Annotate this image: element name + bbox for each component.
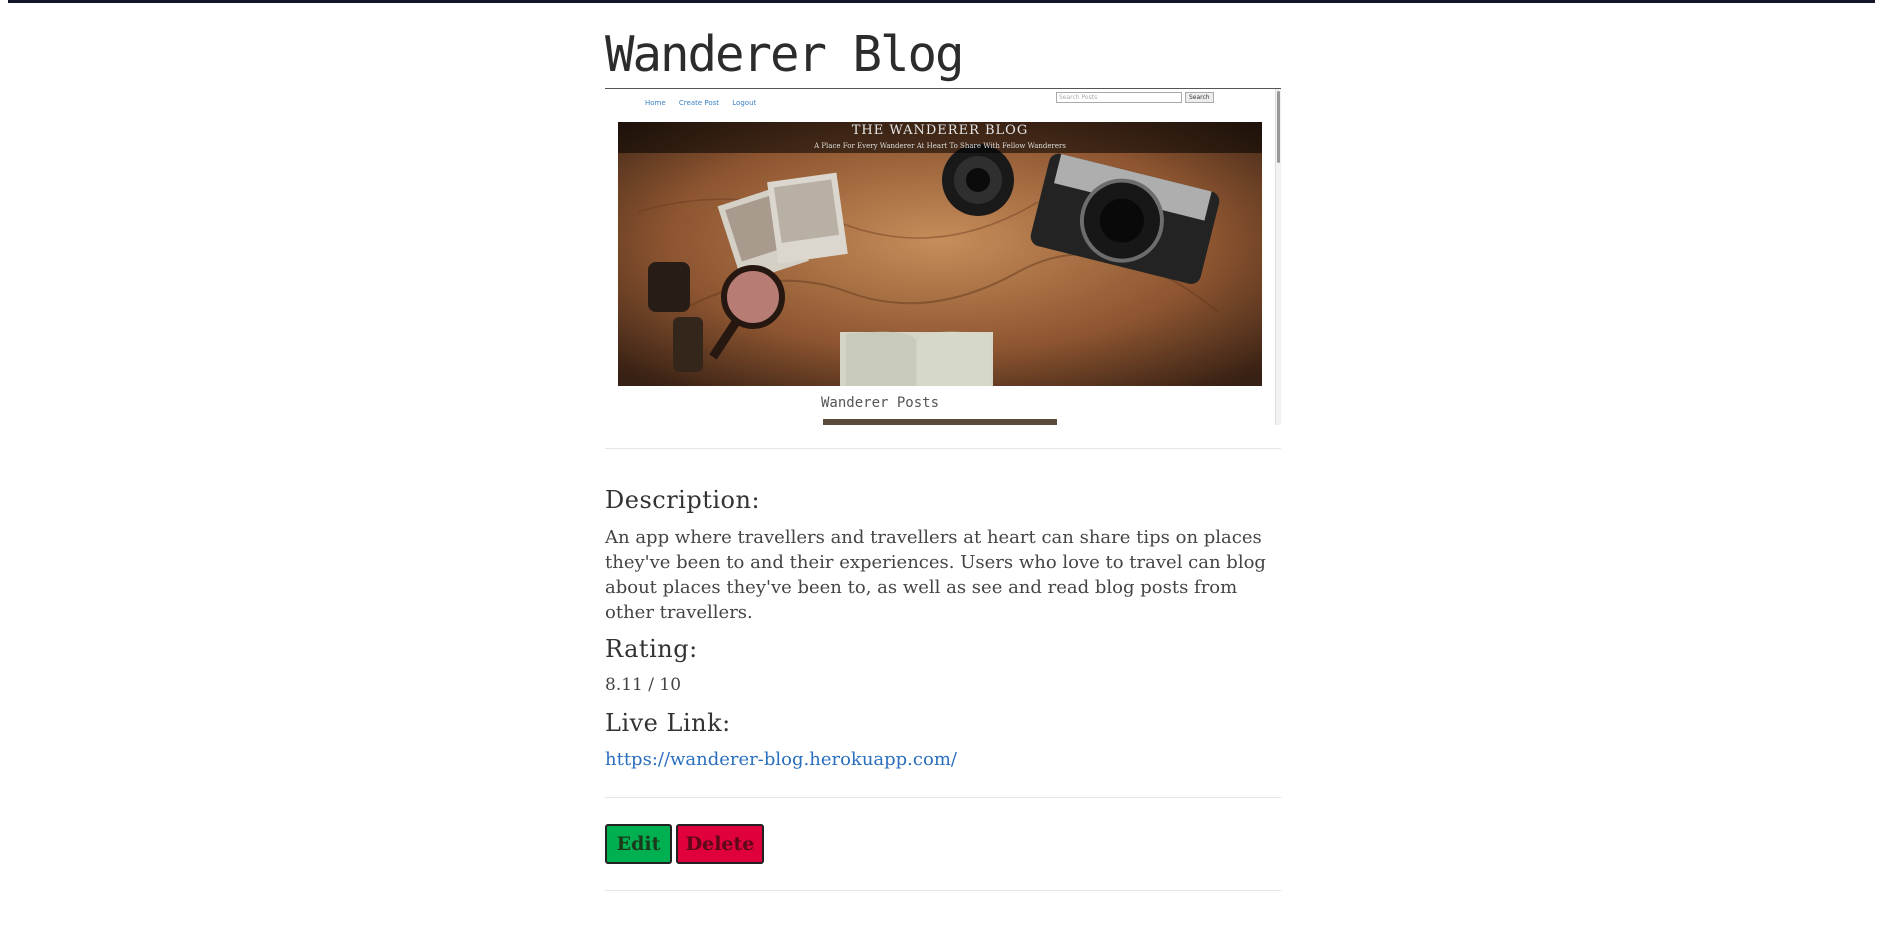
description-text: An app where travellers and travellers a… <box>605 527 1266 623</box>
divider <box>605 890 1281 891</box>
preview-hero-image: THE WANDERER BLOG A Place For Every Wand… <box>618 122 1262 386</box>
preview-nav-logout: Logout <box>732 99 757 107</box>
divider <box>605 797 1281 798</box>
preview-nav-home: Home <box>645 99 666 107</box>
project-screenshot: Home Create Post Logout Search Posts Sea… <box>605 88 1281 425</box>
preview-section-title: Wanderer Posts <box>821 395 940 411</box>
top-border <box>8 0 1875 3</box>
preview-post-thumbnail <box>823 419 1057 425</box>
divider <box>605 448 1281 449</box>
preview-search: Search Posts Search <box>1056 92 1214 103</box>
live-link[interactable]: https://wanderer-blog.herokuapp.com/ <box>605 749 957 770</box>
delete-button[interactable]: Delete <box>676 824 764 864</box>
hero-subtitle: A Place For Every Wanderer At Heart To S… <box>814 142 1066 150</box>
preview-search-input: Search Posts <box>1056 92 1182 103</box>
hero-title: THE WANDERER BLOG <box>851 123 1029 138</box>
preview-scrollbar[interactable] <box>1275 89 1281 425</box>
edit-button[interactable]: Edit <box>605 824 672 864</box>
page-title: Wanderer Blog <box>605 26 965 83</box>
preview-nav: Home Create Post Logout <box>645 99 767 107</box>
rating-heading: Rating: <box>605 635 698 663</box>
preview-search-button: Search <box>1185 92 1214 103</box>
preview-scrollbar-thumb[interactable] <box>1277 91 1280 163</box>
travel-desk-image <box>618 122 1262 386</box>
preview-nav-create-post: Create Post <box>678 99 720 107</box>
description-heading: Description: <box>605 486 761 514</box>
rating-value: 8.11 / 10 <box>605 675 682 695</box>
live-link-heading: Live Link: <box>605 709 731 737</box>
